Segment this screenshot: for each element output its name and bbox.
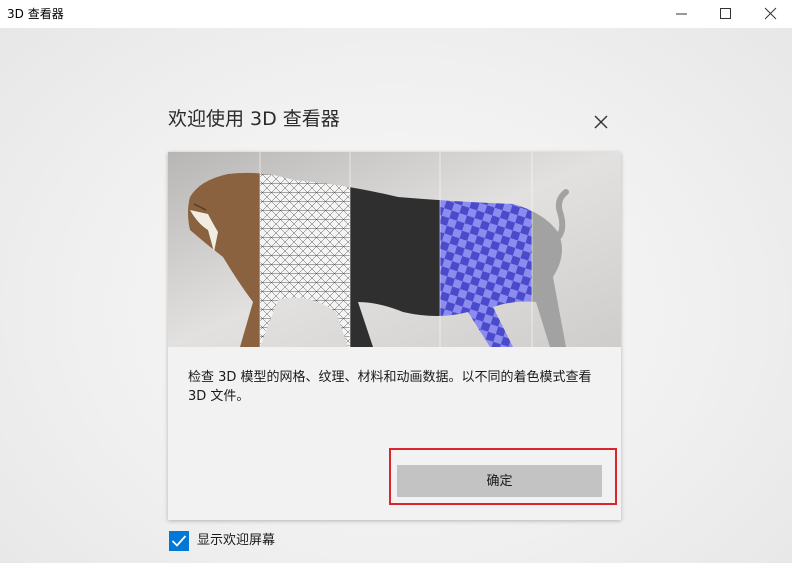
close-window-button[interactable]	[748, 0, 792, 28]
app-title: 3D 查看器	[7, 7, 64, 21]
checkmark-icon	[171, 535, 187, 547]
hero-image	[168, 152, 621, 347]
welcome-card: 检查 3D 模型的网格、纹理、材料和动画数据。以不同的着色模式查看 3D 文件。…	[168, 152, 621, 520]
title-bar: 3D 查看器	[0, 0, 792, 28]
minimize-icon	[676, 13, 687, 15]
minimize-button[interactable]	[659, 0, 705, 28]
show-welcome-label[interactable]: 显示欢迎屏幕	[197, 531, 275, 551]
maximize-button[interactable]	[703, 0, 749, 28]
show-welcome-checkbox[interactable]	[169, 531, 189, 551]
ok-button[interactable]: 确定	[397, 465, 602, 497]
close-icon	[594, 115, 608, 129]
model-render-illustration	[168, 152, 621, 347]
dialog-close-button[interactable]	[588, 109, 614, 135]
dialog-description: 检查 3D 模型的网格、纹理、材料和动画数据。以不同的着色模式查看 3D 文件。	[188, 370, 592, 404]
close-icon	[764, 7, 777, 20]
maximize-icon	[720, 8, 731, 19]
dialog-title: 欢迎使用 3D 查看器	[168, 108, 340, 130]
